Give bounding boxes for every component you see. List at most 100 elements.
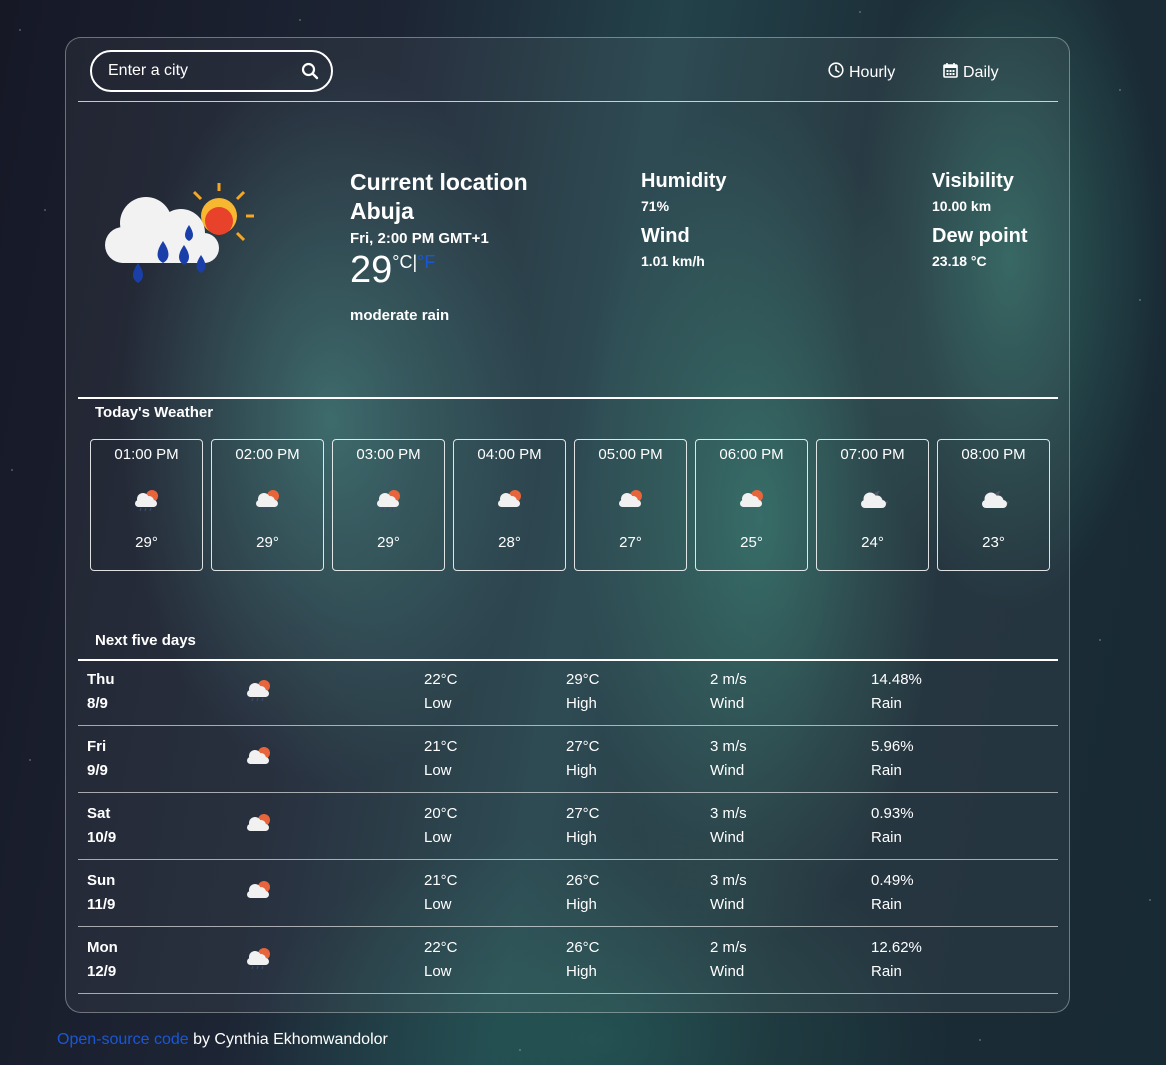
cloud-sun-icon [495,488,525,517]
source-code-link[interactable]: Open-source code [57,1031,189,1048]
hour-card: 08:00 PM 23° [937,439,1050,571]
wind-label: Wind [641,225,690,247]
visibility-value: 10.00 km [932,198,992,214]
day-name-date: Fri 9/9 [87,738,108,779]
high-temp: 26°C High [566,939,600,980]
cloud-sun-icon [737,488,767,517]
hour-temperature: 24° [861,534,884,551]
low-temp: 20°C Low [424,805,458,846]
local-datetime: Fri, 2:00 PM GMT+1 [350,230,489,247]
high-temp: 26°C High [566,872,600,913]
temperature-value: 29 [350,249,393,291]
rain-cloud-sun-icon [101,183,261,313]
low-temp: 21°C Low [424,738,458,779]
daily-label: Daily [963,63,999,81]
wind-speed: 2 m/s Wind [710,939,747,980]
rain-chance: 5.96% Rain [871,738,914,779]
day-name-date: Mon 12/9 [87,939,118,980]
search-box[interactable] [90,50,333,92]
wind-speed: 3 m/s Wind [710,805,747,846]
rain-cloud-sun-icon [244,678,274,707]
hour-time: 06:00 PM [719,446,784,463]
hour-temperature: 23° [982,534,1005,551]
celsius-button[interactable]: °C [392,252,412,272]
footer-credit: by Cynthia Ekhomwandolor [188,1031,388,1048]
day-row: Sat 10/9 20°C Low 27°C High 3 m/s Wind 0.93%… [78,793,1058,860]
hour-card: 02:00 PM 29° [211,439,324,571]
cloud-moon-icon [858,488,892,517]
hour-temperature: 25° [740,534,763,551]
rain-chance: 0.49% Rain [871,872,914,913]
dew-point-value: 23.18 °C [932,253,987,269]
day-name-date: Thu 8/9 [87,671,115,712]
dew-point-label: Dew point [932,225,1028,247]
hour-time: 07:00 PM [840,446,905,463]
day-row: Sun 11/9 21°C Low 26°C High 3 m/s Wind 0.49%… [78,860,1058,927]
hour-card: 05:00 PM 27° [574,439,687,571]
high-temp: 27°C High [566,738,600,779]
humidity-stat: Humidity 71% [641,168,727,214]
hour-card: 07:00 PM 24° [816,439,929,571]
location-block: Current location Abuja Fri, 2:00 PM GMT+… [350,168,528,324]
day-row: Mon 12/9 22°C Low 26°C High 2 m/s Wind 12.62… [78,927,1058,994]
low-temp: 22°C Low [424,671,458,712]
hour-temperature: 27° [619,534,642,551]
hour-time: 02:00 PM [235,446,300,463]
high-temp: 29°C High [566,671,600,712]
dew-point-stat: Dew point 23.18 °C [932,223,1028,269]
humidity-label: Humidity [641,170,727,192]
hour-temperature: 29° [135,534,158,551]
day-name-date: Sat 10/9 [87,805,117,846]
rain-chance: 14.48% Rain [871,671,922,712]
day-name-date: Sun 11/9 [87,872,116,913]
visibility-stat: Visibility 10.00 km [932,168,1014,214]
hourly-label: Hourly [849,63,896,81]
hour-time: 01:00 PM [114,446,179,463]
next-days-title: Next five days [95,632,196,649]
daily-forecast: Thu 8/9 22°C Low 29°C High 2 m/s Wind 14.48%… [78,659,1058,994]
visibility-label: Visibility [932,170,1014,192]
cloud-sun-icon [616,488,646,517]
hour-temperature: 28° [498,534,521,551]
wind-value: 1.01 km/h [641,253,705,269]
rain-cloud-sun-icon [132,488,162,517]
hour-time: 05:00 PM [598,446,663,463]
cloud-sun-icon [244,879,274,908]
hour-time: 03:00 PM [356,446,421,463]
hour-card: 06:00 PM 25° [695,439,808,571]
hour-card: 03:00 PM 29° [332,439,445,571]
cloud-moon-icon [979,488,1013,517]
rain-cloud-sun-icon [253,488,283,517]
rain-chance: 0.93% Rain [871,805,914,846]
wind-speed: 2 m/s Wind [710,671,747,712]
fahrenheit-button[interactable]: °F [417,252,435,272]
daily-tab[interactable]: Daily [943,62,999,83]
hour-temperature: 29° [256,534,279,551]
humidity-value: 71% [641,198,670,214]
wind-stat: Wind 1.01 km/h [641,223,705,269]
hour-card: 01:00 PM 29° [90,439,203,571]
top-bar: Hourly Daily [78,50,1058,102]
rain-cloud-sun-icon [374,488,404,517]
city-name: Abuja [350,198,414,224]
search-icon[interactable] [301,62,319,85]
hour-time: 08:00 PM [961,446,1026,463]
cloud-sun-icon [244,812,274,841]
hour-time: 04:00 PM [477,446,542,463]
cloud-sun-icon [244,745,274,774]
today-title: Today's Weather [95,404,214,421]
calendar-icon [943,62,958,83]
divider [78,397,1058,399]
rain-chance: 12.62% Rain [871,939,922,980]
high-temp: 27°C High [566,805,600,846]
hourly-forecast: 01:00 PM 29° 02:00 PM 29° 03:00 PM 29° 0… [90,439,1050,571]
hour-temperature: 29° [377,534,400,551]
weather-description: moderate rain [350,307,450,324]
current-temperature: 29 °C|°F [350,249,528,291]
hourly-tab[interactable]: Hourly [828,62,895,83]
day-row: Fri 9/9 21°C Low 27°C High 3 m/s Wind 5.96% R… [78,726,1058,793]
city-search-input[interactable] [108,62,288,80]
current-weather: Current location Abuja Fri, 2:00 PM GMT+… [66,138,1071,398]
wind-speed: 3 m/s Wind [710,872,747,913]
footer: Open-source code by Cynthia Ekhomwandolo… [57,1031,388,1049]
